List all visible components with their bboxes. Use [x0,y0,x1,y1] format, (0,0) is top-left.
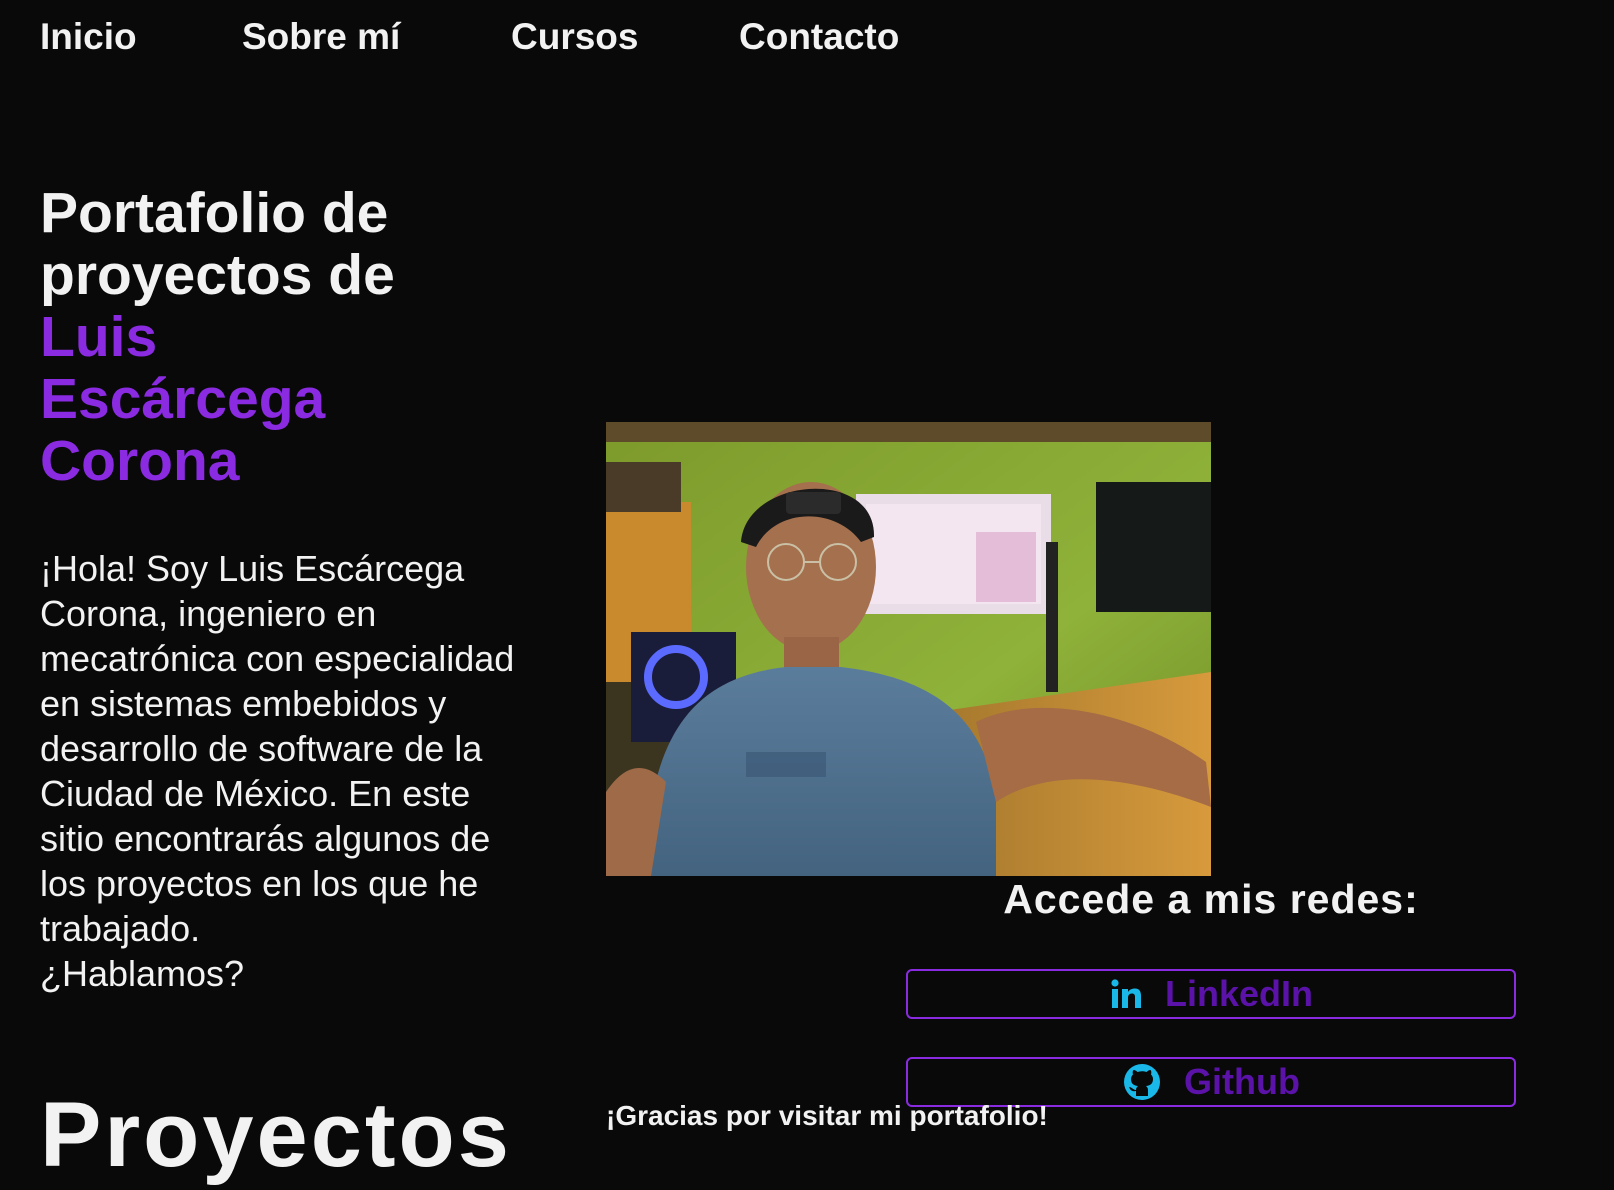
intro-paragraph: ¡Hola! Soy Luis Escárcega Corona, ingeni… [40,546,520,996]
nav-link-inicio[interactable]: Inicio [40,16,137,58]
nav-link-sobre-mi[interactable]: Sobre mí [242,16,400,58]
top-navigation: Inicio Sobre mí Cursos Contacto [0,0,1614,80]
author-name-last1: Escárcega [40,367,326,431]
github-icon [1122,1062,1162,1102]
profile-photo-illustration [606,422,1211,876]
profile-photo [606,422,1211,876]
github-label: Github [1184,1061,1300,1102]
projects-heading: Proyectos [40,1084,512,1186]
linkedin-label: LinkedIn [1164,973,1313,1014]
page-title: Portafolio de proyectos de Luis Escárceg… [40,182,560,492]
linkedin-button[interactable]: LinkedIn [906,969,1516,1019]
title-line-1: Portafolio de [40,181,389,245]
intro-text: ¡Hola! Soy Luis Escárcega Corona, ingeni… [40,548,515,949]
title-line-2: proyectos de [40,243,395,307]
linkedin-icon [1109,977,1143,1011]
intro-question: ¿Hablamos? [40,953,245,994]
social-heading: Accede a mis redes: [1003,876,1419,922]
author-name-first: Luis [40,305,158,369]
thanks-note: ¡Gracias por visitar mi portafolio! [606,1100,1048,1131]
nav-link-cursos[interactable]: Cursos [511,16,638,58]
author-name-last2: Corona [40,429,240,493]
nav-link-contacto[interactable]: Contacto [739,16,899,58]
